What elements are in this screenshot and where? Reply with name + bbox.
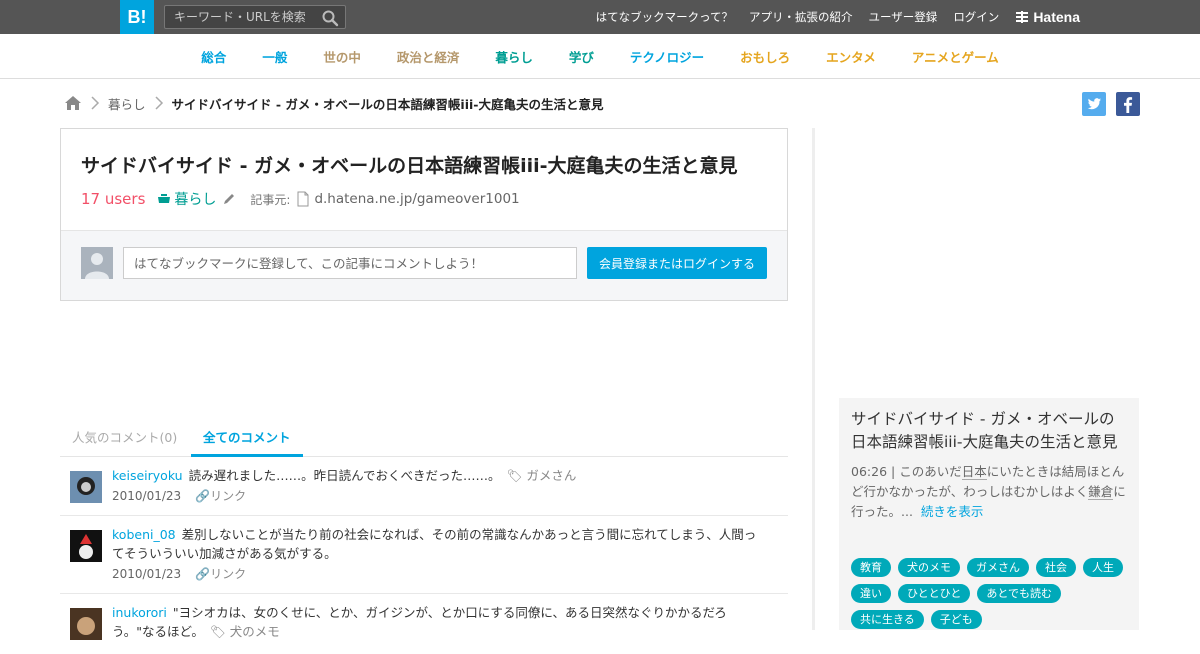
entry-summary-card: サイドバイサイド - ガメ・オベールの日本語練習帳iii-大庭亀夫の生活と意見 … — [839, 398, 1139, 630]
avatar-image — [70, 608, 102, 640]
comment-item: inukorori "ヨシオカは、女のくせに、とか、ガイジンが、とか口にする同僚に… — [60, 594, 788, 654]
comment-list: keiseiryoku 読み遅れました……。昨日読んでおくべきだった……。 🏷 ガメ… — [60, 457, 788, 654]
hatena-bookmark-logo[interactable]: B! — [120, 0, 154, 34]
tag-pill[interactable]: 子ども — [930, 610, 982, 629]
hatena-brand[interactable]: Hatena — [1015, 9, 1080, 25]
category-tab[interactable]: 世の中 — [323, 47, 361, 66]
comment-permalink-label: リンク — [210, 567, 247, 581]
tag-pill[interactable]: 共に生きる — [851, 610, 924, 629]
entry-box: サイドバイサイド - ガメ・オベールの日本語練習帳iii-大庭亀夫の生活と意見 … — [60, 128, 788, 301]
tag-pill[interactable]: 教育 — [851, 558, 891, 577]
comment-input[interactable] — [123, 247, 577, 279]
comment-tag-label: 犬のメモ — [229, 624, 280, 639]
tag-pill[interactable]: ひととひと — [898, 584, 971, 603]
comment-date: 2010/01/23 — [112, 489, 182, 503]
breadcrumb: 暮らし サイドバイサイド - ガメ・オベールの日本語練習帳iii-大庭亀夫の生活… — [64, 92, 603, 114]
about-link[interactable]: はてなブックマークって？ — [596, 9, 733, 25]
show-more-link[interactable]: 続きを表示 — [921, 504, 984, 519]
facebook-icon — [1124, 97, 1133, 113]
tag-pill[interactable]: 違い — [851, 584, 891, 603]
comment-form: 会員登録またはログインする — [61, 230, 787, 300]
user-avatar-placeholder — [81, 247, 113, 279]
comment-user[interactable]: inukorori — [112, 605, 167, 620]
category-tab[interactable]: アニメとゲーム — [912, 47, 999, 66]
comment-permalink-label: リンク — [210, 489, 247, 503]
category-icon — [158, 194, 171, 203]
entry-category[interactable]: 暮らし — [157, 189, 216, 209]
avatar[interactable] — [70, 471, 102, 503]
search-box — [164, 5, 346, 29]
comment-text: 読み遅れました……。昨日読んでおくべきだった……。 — [188, 468, 501, 483]
comment-tabs: 人気のコメント(0) 全てのコメント — [60, 422, 788, 457]
category-tab[interactable]: 総合 — [201, 47, 226, 66]
chevron-right-icon — [154, 96, 163, 110]
document-icon — [297, 191, 309, 207]
comment-permalink[interactable]: 🔗リンク — [195, 567, 246, 581]
keyword-link[interactable]: 日本 — [961, 464, 987, 480]
comment-item: kobeni_08 差別しないことが当たり前の社会になれば、その前の常識なんかあっ… — [60, 516, 788, 594]
category-tab[interactable]: 一般 — [262, 47, 287, 66]
breadcrumb-current: サイドバイサイド - ガメ・オベールの日本語練習帳iii-大庭亀夫の生活と意見 — [171, 96, 604, 112]
breadcrumb-category[interactable]: 暮らし — [108, 94, 146, 113]
entry-meta: 17 users 暮らし 記事元: d.hatena.ne.jp/gameove… — [81, 189, 520, 209]
search-icon[interactable] — [321, 9, 339, 27]
comment-text: 差別しないことが当たり前の社会になれば、その前の常識なんかあっと言う間に忘れてし… — [112, 527, 757, 561]
category-nav: 総合 一般 世の中 政治と経済 暮らし 学び テクノロジー おもしろ エンタメ アニメとゲーム — [0, 34, 1200, 79]
column-divider — [812, 128, 815, 630]
tag-pill[interactable]: 犬のメモ — [898, 558, 960, 577]
pencil-icon[interactable] — [222, 192, 236, 206]
summary-description: 06:26 | このあいだ日本にいたときは結局ほとんど行かなかったが、わっしはむ… — [851, 462, 1129, 522]
category-tab[interactable]: おもしろ — [740, 47, 790, 66]
signup-link[interactable]: ユーザー登録 — [869, 9, 938, 25]
comment-user[interactable]: keiseiryoku — [112, 468, 183, 483]
category-tab[interactable]: テクノロジー — [630, 47, 704, 66]
comment-tag[interactable]: 🏷 犬のメモ — [210, 624, 280, 639]
bookmark-users-count[interactable]: 17 users — [81, 190, 145, 208]
top-bar: B! はてなブックマークって？ アプリ・拡張の紹介 ユーザー登録 ログイン Ha… — [0, 0, 1200, 34]
source-link[interactable]: d.hatena.ne.jp/gameover1001 — [314, 191, 519, 207]
keyword-link[interactable]: 鎌倉 — [1088, 484, 1114, 500]
tag-pill[interactable]: 人生 — [1083, 558, 1123, 577]
comment-date: 2010/01/23 — [112, 567, 182, 581]
apps-link[interactable]: アプリ・拡張の紹介 — [749, 9, 853, 25]
tag-pill[interactable]: 社会 — [1036, 558, 1076, 577]
comment-tag-label: ガメさん — [526, 468, 577, 483]
home-icon[interactable] — [64, 94, 82, 112]
summary-title[interactable]: サイドバイサイド - ガメ・オベールの日本語練習帳iii-大庭亀夫の生活と意見 — [851, 408, 1129, 454]
comment-text: "ヨシオカは、女のくせに、とか、ガイジンが、とか口にする同僚に、ある日突然なぐり… — [112, 605, 727, 639]
avatar[interactable] — [70, 608, 102, 640]
summary-time: 06:26 | — [851, 464, 896, 479]
avatar-image — [70, 530, 102, 562]
tag-pill[interactable]: ガメさん — [967, 558, 1029, 577]
login-link[interactable]: ログイン — [953, 9, 999, 25]
category-tab[interactable]: 政治と経済 — [397, 47, 460, 66]
avatar-image — [70, 471, 102, 503]
comment-item: keiseiryoku 読み遅れました……。昨日読んでおくべきだった……。 🏷 ガメ… — [60, 457, 788, 516]
hatena-logo-icon — [1016, 11, 1029, 23]
category-tab[interactable]: 学び — [569, 47, 594, 66]
comment-user[interactable]: kobeni_08 — [112, 527, 176, 542]
user-icon — [85, 253, 109, 279]
category-tab[interactable]: エンタメ — [826, 47, 876, 66]
tab-popular-comments[interactable]: 人気のコメント(0) — [72, 422, 177, 457]
tag-list: 教育 犬のメモ ガメさん 社会 人生違い ひととひと あとでも読む共に生きる 子ども — [851, 558, 1136, 636]
facebook-share-button[interactable] — [1116, 92, 1140, 116]
entry-title[interactable]: サイドバイサイド - ガメ・オベールの日本語練習帳iii-大庭亀夫の生活と意見 — [81, 151, 738, 178]
tab-all-comments[interactable]: 全てのコメント — [191, 422, 303, 457]
summary-text: このあいだ — [899, 464, 962, 479]
search-input[interactable] — [165, 6, 315, 28]
twitter-share-button[interactable] — [1082, 92, 1106, 116]
comment-permalink[interactable]: 🔗リンク — [195, 489, 246, 503]
entry-category-label: 暮らし — [174, 192, 217, 208]
hatena-brand-label: Hatena — [1033, 9, 1080, 25]
top-nav: はてなブックマークって？ アプリ・拡張の紹介 ユーザー登録 ログイン Haten… — [596, 0, 1200, 34]
category-tab[interactable]: 暮らし — [495, 47, 533, 66]
signup-login-button[interactable]: 会員登録またはログインする — [587, 247, 767, 279]
chevron-right-icon — [91, 96, 100, 110]
avatar[interactable] — [70, 530, 102, 562]
comment-tag[interactable]: 🏷 ガメさん — [506, 468, 576, 483]
tag-pill[interactable]: あとでも読む — [977, 584, 1062, 603]
source-label: 記事元: — [250, 192, 291, 207]
twitter-icon — [1087, 98, 1101, 110]
